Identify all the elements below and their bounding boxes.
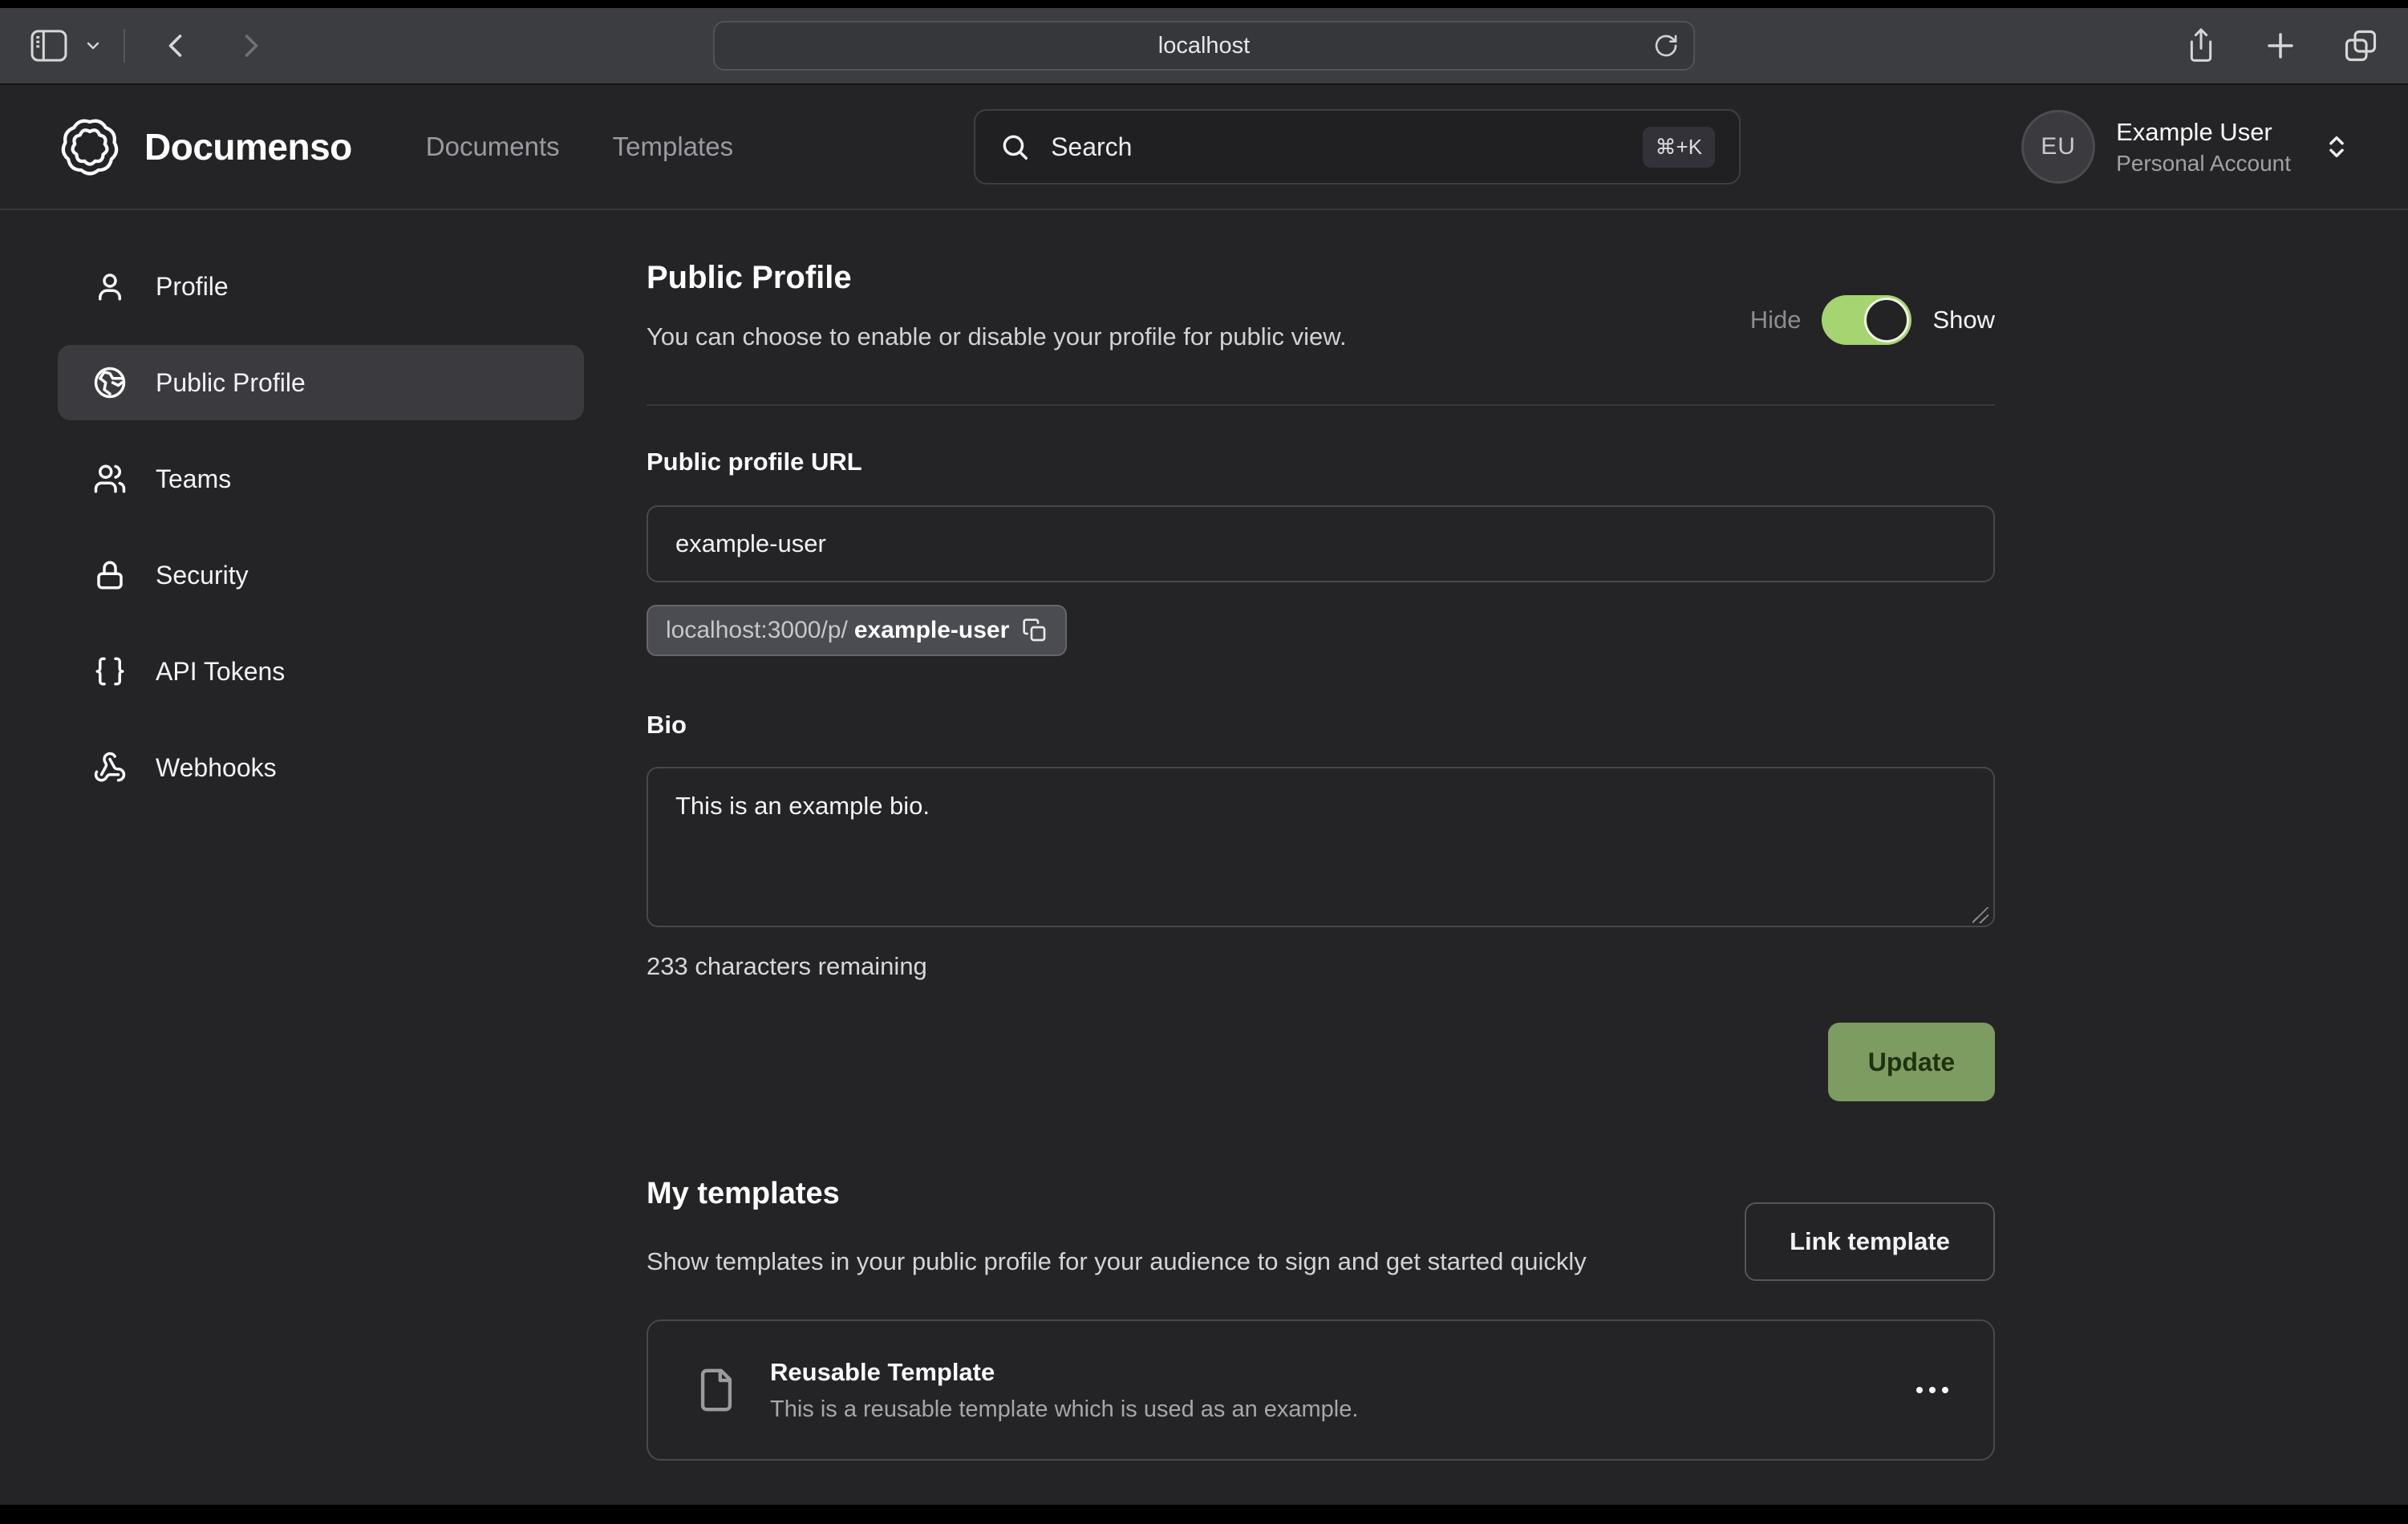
switch-knob bbox=[1864, 298, 1909, 342]
share-icon[interactable] bbox=[2185, 28, 2217, 63]
my-templates-description: Show templates in your public profile fo… bbox=[647, 1241, 1587, 1283]
documenso-logo-icon bbox=[58, 115, 122, 179]
account-type: Personal Account bbox=[2116, 149, 2291, 178]
characters-remaining: 233 characters remaining bbox=[647, 952, 1995, 981]
browser-toolbar: localhost bbox=[0, 8, 2408, 85]
toggle-hide-label: Hide bbox=[1750, 306, 1802, 334]
profile-visibility-switch[interactable] bbox=[1822, 295, 1911, 345]
nav-templates[interactable]: Templates bbox=[613, 132, 733, 162]
sidebar-item-label: Public Profile bbox=[156, 368, 306, 398]
public-profile-settings: Public Profile You can choose to enable … bbox=[647, 210, 1995, 1461]
bio-textarea[interactable]: This is an example bio. bbox=[647, 767, 1995, 927]
nav-documents[interactable]: Documents bbox=[426, 132, 560, 162]
template-description: This is a reusable template which is use… bbox=[770, 1396, 1358, 1423]
search-placeholder: Search bbox=[1051, 132, 1132, 162]
documenso-app: Documenso Documents Templates Search ⌘+K… bbox=[0, 85, 2408, 1505]
chevrons-up-down-icon bbox=[2323, 133, 2350, 160]
toolbar-divider bbox=[124, 29, 125, 63]
template-list-item: Reusable Template This is a reusable tem… bbox=[647, 1319, 1995, 1461]
bio-field-label: Bio bbox=[647, 711, 1995, 740]
account-menu[interactable]: EU Example User Personal Account bbox=[2021, 110, 2350, 184]
search-input[interactable]: Search ⌘+K bbox=[974, 109, 1741, 184]
file-icon bbox=[693, 1367, 740, 1413]
reload-icon[interactable] bbox=[1653, 33, 1679, 59]
tab-overview-icon[interactable] bbox=[2344, 29, 2378, 63]
lock-icon bbox=[93, 558, 127, 592]
sidebar-item-security[interactable]: Security bbox=[58, 537, 584, 613]
address-bar[interactable]: localhost bbox=[713, 21, 1695, 71]
sidebar-toggle-icon[interactable] bbox=[30, 30, 67, 62]
forward-button[interactable] bbox=[236, 31, 265, 60]
my-templates-title: My templates bbox=[647, 1175, 1587, 1212]
braces-icon bbox=[93, 655, 127, 688]
sidebar-item-label: Teams bbox=[156, 464, 231, 494]
link-template-button[interactable]: Link template bbox=[1745, 1202, 1995, 1281]
new-tab-icon[interactable] bbox=[2264, 29, 2297, 63]
user-icon bbox=[93, 270, 127, 303]
sidebar-item-label: API Tokens bbox=[156, 657, 285, 687]
sidebar-item-api-tokens[interactable]: API Tokens bbox=[58, 634, 584, 709]
section-divider bbox=[647, 404, 1995, 406]
profile-link-slug: example-user bbox=[854, 617, 1009, 644]
sidebar-item-label: Webhooks bbox=[156, 753, 277, 783]
visibility-toggle-group: Hide Show bbox=[1750, 287, 1995, 353]
search-shortcut-badge: ⌘+K bbox=[1643, 127, 1716, 168]
public-profile-url-input[interactable] bbox=[647, 505, 1995, 582]
profile-link-prefix: localhost:3000/p/ bbox=[666, 617, 848, 644]
copy-icon bbox=[1022, 618, 1048, 643]
url-field-label: Public profile URL bbox=[647, 448, 1995, 476]
app-header: Documenso Documents Templates Search ⌘+K… bbox=[0, 85, 2408, 210]
page-subtitle: You can choose to enable or disable your… bbox=[647, 321, 1347, 353]
sidebar-item-public-profile[interactable]: Public Profile bbox=[58, 345, 584, 420]
address-bar-url: localhost bbox=[1158, 33, 1250, 59]
globe-icon bbox=[93, 366, 127, 399]
webhook-icon bbox=[93, 751, 127, 784]
avatar: EU bbox=[2021, 110, 2095, 184]
sidebar-item-webhooks[interactable]: Webhooks bbox=[58, 730, 584, 805]
update-button[interactable]: Update bbox=[1828, 1023, 1995, 1101]
template-options-button[interactable] bbox=[1916, 1387, 1948, 1393]
top-nav: Documents Templates bbox=[426, 132, 733, 162]
user-name: Example User bbox=[2116, 116, 2291, 149]
toggle-show-label: Show bbox=[1932, 306, 1995, 334]
sidebar-item-label: Profile bbox=[156, 272, 229, 302]
page-title: Public Profile bbox=[647, 258, 1347, 297]
settings-sidebar: Profile Public Profile Teams Security bbox=[58, 210, 584, 805]
brand[interactable]: Documenso bbox=[58, 115, 352, 179]
search-icon bbox=[999, 132, 1030, 162]
back-button[interactable] bbox=[162, 31, 191, 60]
sidebar-item-teams[interactable]: Teams bbox=[58, 441, 584, 517]
brand-name: Documenso bbox=[144, 125, 352, 168]
sidebar-chevron-icon[interactable] bbox=[83, 36, 103, 55]
template-title: Reusable Template bbox=[770, 1358, 1358, 1387]
sidebar-item-label: Security bbox=[156, 561, 249, 590]
sidebar-item-profile[interactable]: Profile bbox=[58, 249, 584, 324]
users-icon bbox=[93, 462, 127, 496]
profile-link-copy-button[interactable]: localhost:3000/p/ example-user bbox=[647, 605, 1067, 656]
